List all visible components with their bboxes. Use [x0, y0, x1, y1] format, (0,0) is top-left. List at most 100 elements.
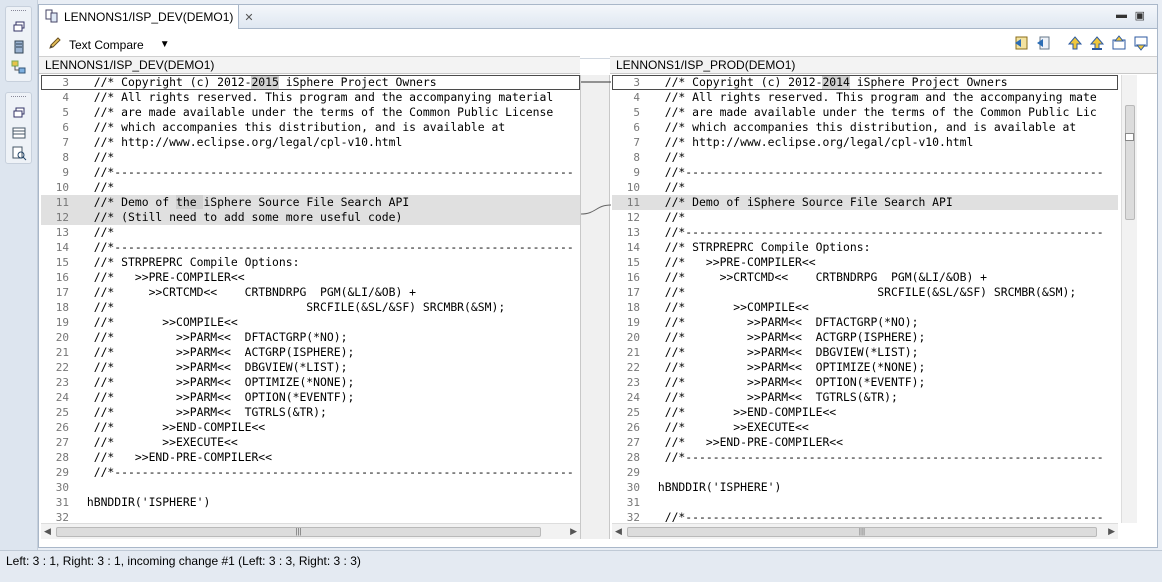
source-line[interactable]: 24 //* >>PARM<< OPTION(*EVENTF);: [41, 390, 580, 405]
source-line[interactable]: 11 //* Demo of iSphere Source File Searc…: [612, 195, 1118, 210]
line-text: //* >>PARM<< ACTGRP(ISPHERE);: [80, 345, 355, 359]
left-scroll-thumb[interactable]: |||: [56, 527, 541, 537]
line-number: 18: [55, 301, 69, 314]
source-line[interactable]: 21 //* >>PARM<< DBGVIEW(*LIST);: [612, 345, 1118, 360]
server-icon[interactable]: [9, 38, 29, 56]
source-line[interactable]: 9 //*-----------------------------------…: [612, 165, 1118, 180]
trim-group-top: [5, 6, 32, 82]
source-line[interactable]: 4 //* All rights reserved. This program …: [612, 90, 1118, 105]
source-line[interactable]: 29 //*----------------------------------…: [41, 465, 580, 480]
source-line[interactable]: 13 //*: [41, 225, 580, 240]
left-horizontal-scrollbar[interactable]: ◀ ||| ▶: [41, 523, 580, 539]
line-number: 20: [55, 331, 69, 344]
source-line[interactable]: 4 //* All rights reserved. This program …: [41, 90, 580, 105]
source-line[interactable]: 32: [41, 510, 580, 523]
right-source-pane[interactable]: 3 //* Copyright (c) 2012-2014 iSphere Pr…: [612, 75, 1118, 523]
search-result-icon[interactable]: [9, 144, 29, 162]
source-line[interactable]: 6 //* which accompanies this distributio…: [41, 120, 580, 135]
source-line[interactable]: 9 //*-----------------------------------…: [41, 165, 580, 180]
table-icon[interactable]: [9, 124, 29, 142]
source-line[interactable]: 13 //*----------------------------------…: [612, 225, 1118, 240]
source-line[interactable]: 16 //* >>CRTCMD<< CRTBNDRPG PGM(&LI/&OB)…: [612, 270, 1118, 285]
source-line[interactable]: 26 //* >>END-COMPILE<<: [41, 420, 580, 435]
source-line[interactable]: 28 //*----------------------------------…: [612, 450, 1118, 465]
source-line[interactable]: 26 //* >>EXECUTE<<: [612, 420, 1118, 435]
navigation-buttons: [1011, 34, 1151, 52]
source-line[interactable]: 12 //* (Still need to add some more usef…: [41, 210, 580, 225]
source-line[interactable]: 18 //* >>COMPILE<<: [612, 300, 1118, 315]
source-line[interactable]: 15 //* STRPREPRC Compile Options:: [41, 255, 580, 270]
source-line[interactable]: 11 //* Demo of the iSphere Source File S…: [41, 195, 580, 210]
source-line[interactable]: 14 //* STRPREPRC Compile Options:: [612, 240, 1118, 255]
source-line[interactable]: 22 //* >>PARM<< OPTIMIZE(*NONE);: [612, 360, 1118, 375]
restore-icon[interactable]: [9, 104, 29, 122]
source-line[interactable]: 8 //*: [41, 150, 580, 165]
left-source-pane[interactable]: 3 //* Copyright (c) 2012-2015 iSphere Pr…: [41, 75, 580, 523]
source-line[interactable]: 3 //* Copyright (c) 2012-2015 iSphere Pr…: [41, 75, 580, 90]
source-line[interactable]: 10 //*: [41, 180, 580, 195]
source-line[interactable]: 22 //* >>PARM<< DBGVIEW(*LIST);: [41, 360, 580, 375]
source-line[interactable]: 19 //* >>PARM<< DFTACTGRP(*NO);: [612, 315, 1118, 330]
previous-change-icon[interactable]: [1131, 34, 1151, 52]
scroll-right-icon[interactable]: ▶: [570, 526, 577, 537]
right-scroll-thumb[interactable]: |||: [627, 527, 1097, 537]
source-line[interactable]: 30: [41, 480, 580, 495]
source-line[interactable]: 6 //* which accompanies this distributio…: [612, 120, 1118, 135]
minimize-icon[interactable]: ▬: [1116, 9, 1127, 21]
source-line[interactable]: 5 //* are made available under the terms…: [41, 105, 580, 120]
scroll-left-icon[interactable]: ◀: [44, 526, 51, 537]
text-compare-dropdown[interactable]: Text Compare ▼: [47, 35, 170, 54]
line-number: 19: [626, 316, 640, 329]
source-line[interactable]: 3 //* Copyright (c) 2012-2014 iSphere Pr…: [612, 75, 1118, 90]
scroll-left-icon[interactable]: ◀: [615, 526, 622, 537]
copy-all-left-icon[interactable]: [1011, 34, 1031, 52]
trim-grip[interactable]: [11, 96, 26, 102]
source-line[interactable]: 17 //* SRCFILE(&SL/&SF) SRCMBR(&SM);: [612, 285, 1118, 300]
source-line[interactable]: 31: [612, 495, 1118, 510]
source-line[interactable]: 27 //* >>END-PRE-COMPILER<<: [612, 435, 1118, 450]
source-line[interactable]: 25 //* >>PARM<< TGTRLS(&TR);: [41, 405, 580, 420]
source-line[interactable]: 24 //* >>PARM<< TGTRLS(&TR);: [612, 390, 1118, 405]
editor-tab[interactable]: LENNONS1/ISP_DEV(DEMO1) ✕: [39, 5, 254, 29]
source-line[interactable]: 18 //* SRCFILE(&SL/&SF) SRCMBR(&SM);: [41, 300, 580, 315]
next-change-icon[interactable]: [1109, 34, 1129, 52]
source-line[interactable]: 16 //* >>PRE-COMPILER<<: [41, 270, 580, 285]
source-line[interactable]: 27 //* >>EXECUTE<<: [41, 435, 580, 450]
source-line[interactable]: 19 //* >>COMPILE<<: [41, 315, 580, 330]
source-line[interactable]: 30 hBNDDIR('ISPHERE'): [612, 480, 1118, 495]
restore-icon[interactable]: [9, 18, 29, 36]
source-line[interactable]: 7 //* http://www.eclipse.org/legal/cpl-v…: [41, 135, 580, 150]
source-line[interactable]: 17 //* >>CRTCMD<< CRTBNDRPG PGM(&LI/&OB)…: [41, 285, 580, 300]
line-number: 10: [626, 181, 640, 194]
vertical-scrollbar[interactable]: [1121, 75, 1137, 523]
source-line[interactable]: 21 //* >>PARM<< ACTGRP(ISPHERE);: [41, 345, 580, 360]
next-difference-icon[interactable]: [1065, 34, 1085, 52]
source-line[interactable]: 5 //* are made available under the terms…: [612, 105, 1118, 120]
source-line[interactable]: 23 //* >>PARM<< OPTIMIZE(*NONE);: [41, 375, 580, 390]
copy-current-left-icon[interactable]: [1033, 34, 1053, 52]
source-line[interactable]: 25 //* >>END-COMPILE<<: [612, 405, 1118, 420]
trim-grip[interactable]: [11, 10, 26, 16]
maximize-icon[interactable]: ▣: [1135, 9, 1145, 22]
scroll-right-icon[interactable]: ▶: [1108, 526, 1115, 537]
source-line[interactable]: 10 //*: [612, 180, 1118, 195]
vertical-scroll-thumb[interactable]: [1125, 105, 1135, 220]
tree-icon[interactable]: [9, 58, 29, 76]
close-icon[interactable]: ✕: [244, 11, 253, 24]
source-line[interactable]: 31 hBNDDIR('ISPHERE'): [41, 495, 580, 510]
source-line[interactable]: 29: [612, 465, 1118, 480]
source-line[interactable]: 20 //* >>PARM<< DFTACTGRP(*NO);: [41, 330, 580, 345]
source-line[interactable]: 7 //* http://www.eclipse.org/legal/cpl-v…: [612, 135, 1118, 150]
line-text: //* >>PARM<< DBGVIEW(*LIST);: [651, 345, 919, 359]
source-line[interactable]: 12 //*: [612, 210, 1118, 225]
source-line[interactable]: 28 //* >>END-PRE-COMPILER<<: [41, 450, 580, 465]
source-line[interactable]: 15 //* >>PRE-COMPILER<<: [612, 255, 1118, 270]
source-line[interactable]: 23 //* >>PARM<< OPTION(*EVENTF);: [612, 375, 1118, 390]
source-line[interactable]: 14 //*----------------------------------…: [41, 240, 580, 255]
previous-difference-icon[interactable]: [1087, 34, 1107, 52]
source-line[interactable]: 8 //*: [612, 150, 1118, 165]
source-line[interactable]: 32 //*----------------------------------…: [612, 510, 1118, 523]
right-horizontal-scrollbar[interactable]: ◀ ||| ▶: [612, 523, 1118, 539]
line-text: //* >>END-COMPILE<<: [80, 420, 266, 434]
source-line[interactable]: 20 //* >>PARM<< ACTGRP(ISPHERE);: [612, 330, 1118, 345]
